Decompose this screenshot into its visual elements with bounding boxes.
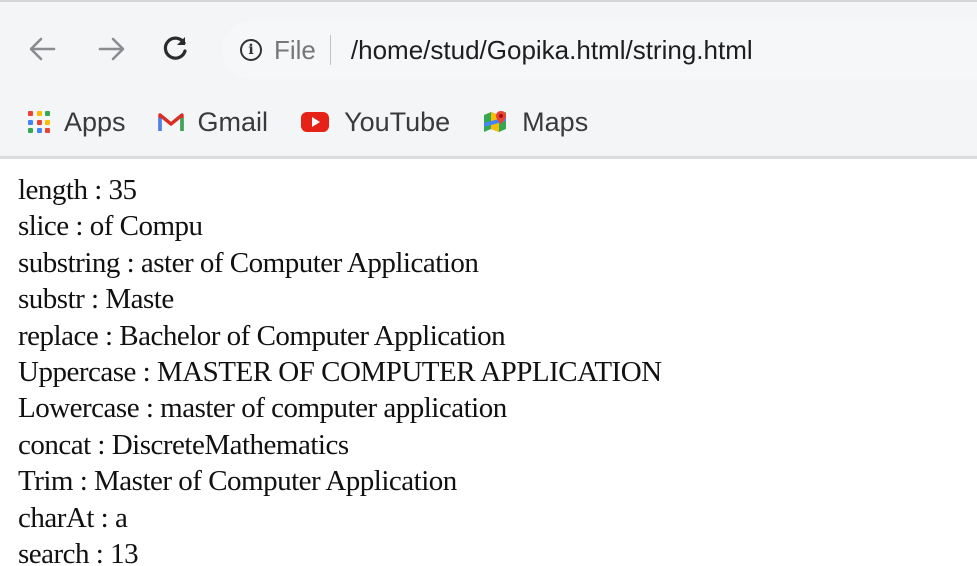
browser-toolbar: i File /home/stud/Gopika.html/string.htm…: [0, 0, 977, 158]
bookmark-label: Apps: [64, 106, 126, 137]
url-text[interactable]: /home/stud/Gopika.html/string.html: [351, 35, 753, 66]
back-arrow-icon: [29, 37, 56, 61]
gmail-icon: [157, 113, 184, 131]
bookmark-label: Gmail: [197, 106, 269, 137]
maps-icon: [484, 111, 507, 132]
output-line-substr: substr : Maste: [18, 283, 174, 316]
address-divider: [329, 35, 331, 65]
output-line-lowercase: Lowercase : master of computer applicati…: [18, 392, 507, 425]
output-line-concat: concat : DiscreteMathematics: [18, 428, 349, 461]
bookmark-youtube[interactable]: YouTube: [300, 107, 450, 138]
output-line-trim: Trim : Master of Computer Application: [18, 465, 457, 498]
address-bar[interactable]: i File /home/stud/Gopika.html/string.htm…: [222, 21, 977, 79]
bookmark-label: Maps: [522, 106, 589, 137]
output-line-slice: slice : of Compu: [18, 210, 203, 243]
reload-button[interactable]: [153, 16, 197, 82]
output-line-replace: replace : Bachelor of Computer Applicati…: [18, 319, 506, 352]
forward-arrow-icon: [98, 37, 125, 61]
page-content: length : 35 slice : of Compu substring :…: [18, 172, 968, 566]
toolbar-divider: [0, 156, 977, 159]
bookmark-label: YouTube: [344, 106, 451, 137]
forward-button[interactable]: [90, 16, 134, 82]
youtube-icon: [301, 112, 330, 132]
scheme-label: File: [274, 34, 316, 65]
output-line-charat: charAt : a: [18, 501, 128, 534]
reload-icon: [163, 36, 187, 60]
output-line-length: length : 35: [18, 174, 137, 206]
bookmarks-bar: Apps Gmail YouTube Maps: [0, 96, 977, 148]
output-line-uppercase: Uppercase : MASTER OF COMPUTER APPLICATI…: [18, 356, 662, 389]
back-button[interactable]: [20, 16, 64, 82]
bookmark-gmail[interactable]: Gmail: [157, 106, 269, 138]
site-info-icon[interactable]: i: [240, 39, 262, 61]
bookmark-maps[interactable]: Maps: [482, 107, 588, 138]
output-line-search: search : 13: [18, 538, 139, 566]
navigation-bar: i File /home/stud/Gopika.html/string.htm…: [0, 16, 977, 82]
apps-grid-icon: [28, 111, 50, 133]
bookmark-apps[interactable]: Apps: [28, 107, 126, 138]
output-line-substring: substring : aster of Computer Applicatio…: [18, 246, 479, 279]
